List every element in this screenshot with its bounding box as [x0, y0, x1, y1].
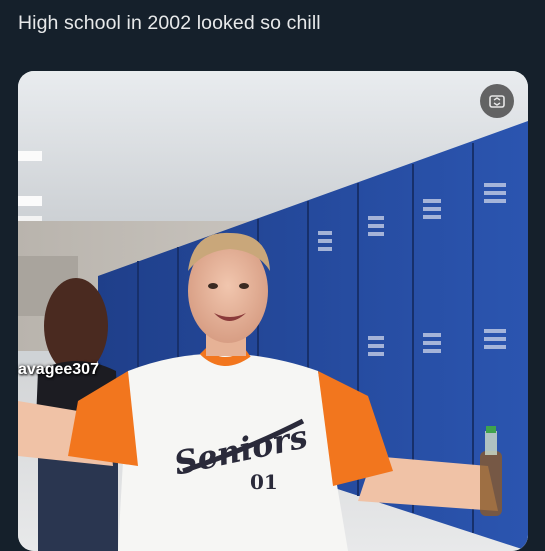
right-eye: [239, 283, 249, 289]
watermark: avagee307: [18, 361, 99, 379]
left-eye: [208, 283, 218, 289]
shirt-number: 01: [250, 470, 278, 494]
video-frame: Seniors 01: [18, 71, 528, 551]
ceiling-light: [18, 196, 42, 206]
post-text: High school in 2002 looked so chill: [18, 12, 321, 35]
ceiling-light: [18, 151, 42, 161]
camera-flip-icon[interactable]: [480, 84, 514, 118]
video-media[interactable]: Seniors 01: [18, 71, 528, 551]
